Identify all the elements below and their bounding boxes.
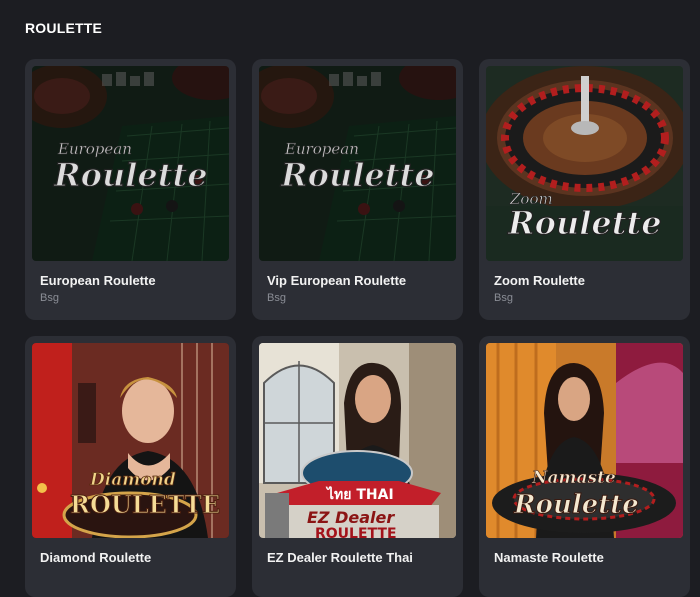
logo-main-text: ROULETTE xyxy=(315,526,397,538)
logo-top-text: ไทย THAI xyxy=(325,485,394,503)
game-card-european-roulette[interactable]: European Roulette European Roulette Bsg xyxy=(25,59,236,320)
game-card-vip-european-roulette[interactable]: European Roulette Vip European Roulette … xyxy=(252,59,463,320)
game-provider: Bsg xyxy=(494,292,513,304)
game-thumbnail[interactable]: European Roulette xyxy=(32,66,229,261)
game-name[interactable]: EZ Dealer Roulette Thai xyxy=(267,550,413,565)
game-thumbnail[interactable]: European Roulette xyxy=(259,66,456,261)
game-name[interactable]: European Roulette xyxy=(40,273,156,288)
game-thumbnail[interactable]: Diamond ROULETTE xyxy=(32,343,229,538)
game-name[interactable]: Vip European Roulette xyxy=(267,273,406,288)
logo-main-text: Roulette xyxy=(53,156,208,194)
logo-top-text: Namaste xyxy=(531,468,616,488)
logo-top-text: Diamond xyxy=(89,470,176,490)
game-card-diamond-roulette[interactable]: Diamond ROULETTE Diamond Roulette xyxy=(25,336,236,597)
game-card-namaste-roulette[interactable]: Namaste Roulette Namaste Roulette xyxy=(479,336,690,597)
game-provider: Bsg xyxy=(267,292,286,304)
game-grid: European Roulette European Roulette Bsg xyxy=(0,0,700,597)
logo-main-text: Roulette xyxy=(280,156,435,194)
game-name[interactable]: Zoom Roulette xyxy=(494,273,585,288)
game-thumbnail[interactable]: Zoom Roulette xyxy=(486,66,683,261)
game-name[interactable]: Namaste Roulette xyxy=(494,550,604,565)
game-card-zoom-roulette[interactable]: Zoom Roulette Zoom Roulette Bsg xyxy=(479,59,690,320)
game-thumbnail[interactable]: Namaste Roulette xyxy=(486,343,683,538)
logo-main-text: Roulette xyxy=(507,204,662,242)
game-thumbnail[interactable]: ไทย THAI EZ Dealer ROULETTE xyxy=(259,343,456,538)
game-card-ez-dealer-roulette-thai[interactable]: ไทย THAI EZ Dealer ROULETTE EZ Dealer Ro… xyxy=(252,336,463,597)
logo-mid-text: EZ Dealer xyxy=(307,508,395,527)
game-provider: Bsg xyxy=(40,292,59,304)
game-name[interactable]: Diamond Roulette xyxy=(40,550,151,565)
logo-main-text: ROULETTE xyxy=(70,490,220,519)
logo-main-text: Roulette xyxy=(513,490,639,520)
